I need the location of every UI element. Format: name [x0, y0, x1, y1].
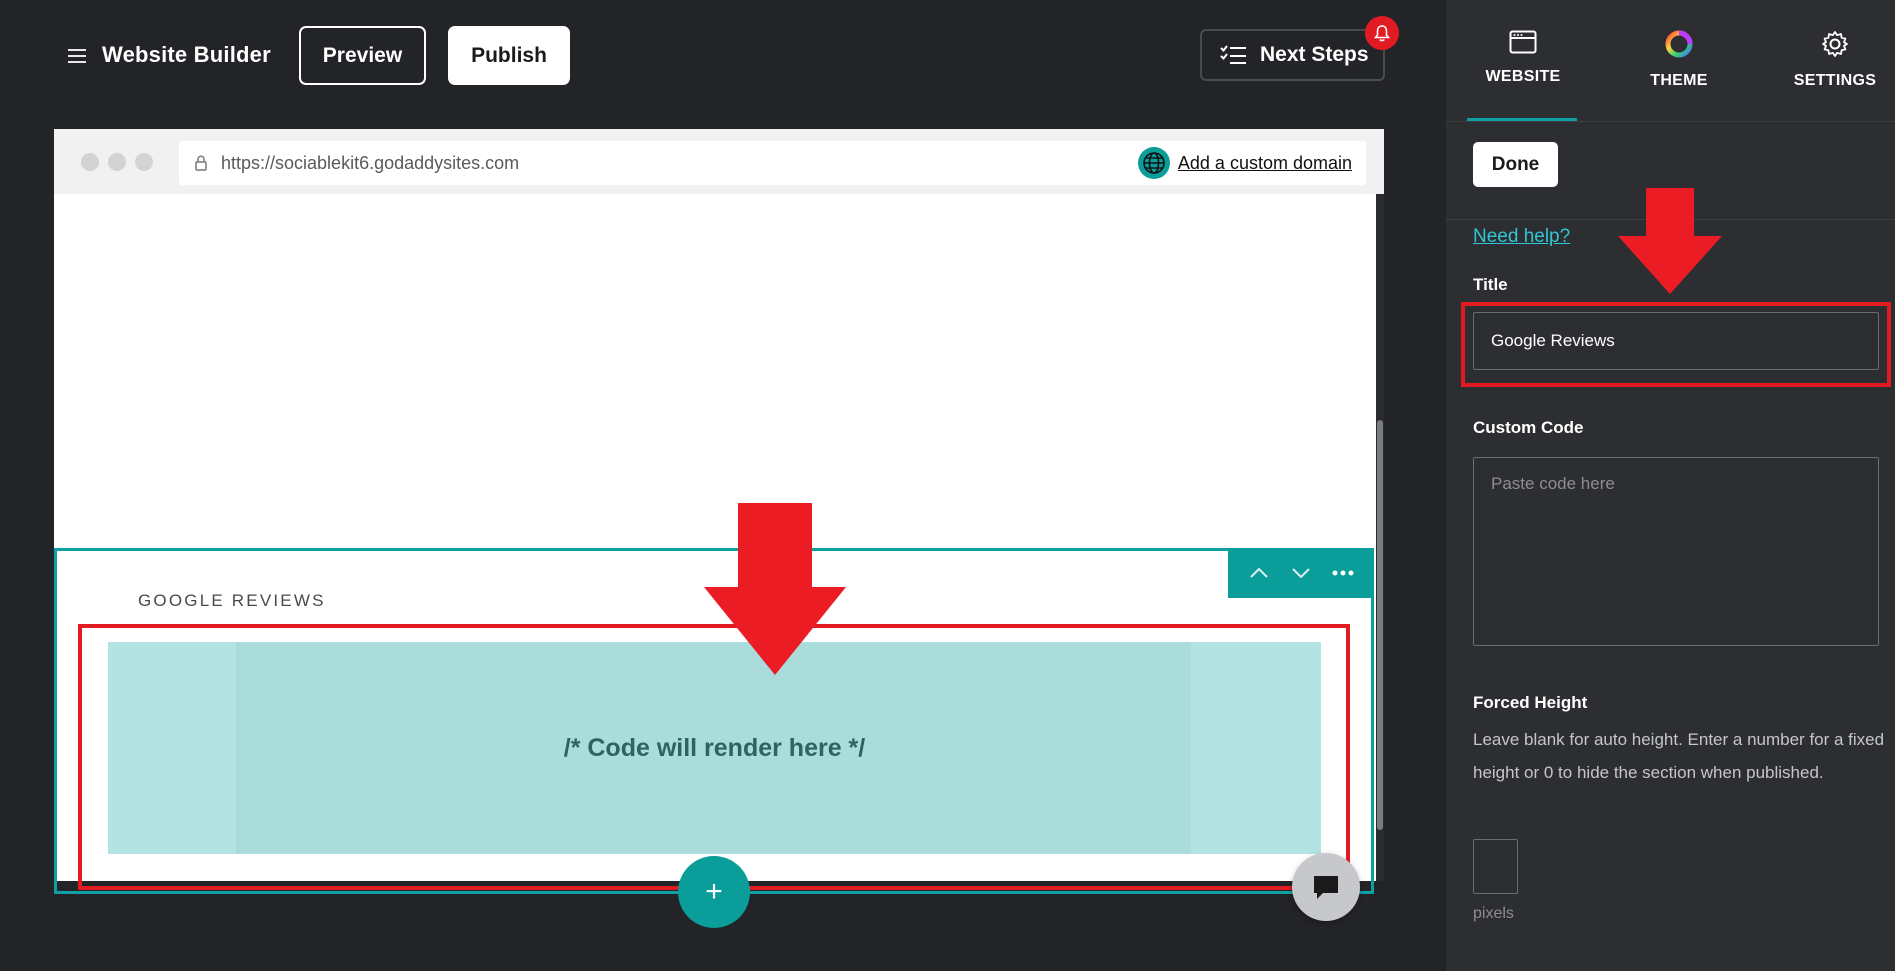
tab-theme[interactable]: THEME: [1619, 30, 1739, 90]
next-steps-button[interactable]: Next Steps: [1200, 29, 1385, 81]
custom-code-textarea[interactable]: [1473, 457, 1879, 646]
preview-button[interactable]: Preview: [299, 26, 426, 85]
url-bar: https://sociablekit6.godaddysites.com Ad…: [179, 141, 1366, 185]
publish-button[interactable]: Publish: [448, 26, 570, 85]
more-options-icon[interactable]: [1328, 558, 1358, 588]
gear-icon: [1822, 31, 1848, 57]
add-custom-domain-link[interactable]: Add a custom domain: [1137, 147, 1352, 179]
forced-height-label: Forced Height: [1473, 693, 1588, 712]
tab-website-label: WEBSITE: [1485, 68, 1561, 85]
window-dots: [81, 153, 153, 171]
lock-icon: [195, 155, 207, 171]
hamburger-icon: [68, 47, 88, 63]
site-url: https://sociablekit6.godaddysites.com: [221, 152, 520, 173]
panel-tabs: WEBSITE THEME SETTINGS: [1446, 0, 1895, 122]
pixels-label: pixels: [1473, 905, 1514, 922]
tab-settings-label: SETTINGS: [1793, 72, 1877, 89]
title-field-label: Title: [1473, 275, 1508, 294]
website-builder-menu-button[interactable]: Website Builder: [68, 42, 271, 68]
add-section-button[interactable]: +: [678, 856, 750, 928]
forced-height-input[interactable]: [1473, 839, 1518, 894]
website-builder-label: Website Builder: [102, 42, 271, 67]
chat-icon[interactable]: [1292, 853, 1360, 921]
tab-settings[interactable]: SETTINGS: [1775, 30, 1895, 90]
settings-panel: WEBSITE THEME SETTINGS Done Need help? T…: [1446, 0, 1895, 971]
forced-height-help-text: Leave blank for auto height. Enter a num…: [1473, 730, 1885, 782]
tab-website[interactable]: WEBSITE: [1463, 30, 1583, 121]
checklist-icon: [1220, 45, 1246, 64]
annotation-arrow-down: [704, 503, 846, 675]
top-bar: Website Builder Preview Publish Next Ste…: [0, 0, 1446, 112]
browser-window-icon: [1509, 30, 1537, 54]
annotation-arrow-down-panel: [1618, 188, 1722, 294]
next-steps-label: Next Steps: [1260, 43, 1369, 66]
notification-bell-icon[interactable]: [1365, 16, 1399, 50]
globe-icon: [1137, 147, 1170, 179]
custom-code-label: Custom Code: [1473, 418, 1584, 437]
done-button[interactable]: Done: [1473, 142, 1558, 187]
section-toolbar: [1228, 548, 1374, 598]
need-help-link[interactable]: Need help?: [1473, 226, 1570, 248]
site-preview-frame: https://sociablekit6.godaddysites.com Ad…: [54, 129, 1384, 928]
browser-chrome: https://sociablekit6.godaddysites.com Ad…: [54, 129, 1384, 194]
move-up-icon[interactable]: [1244, 558, 1274, 588]
add-custom-domain-label: Add a custom domain: [1177, 152, 1352, 173]
color-wheel-icon: [1665, 30, 1693, 58]
move-down-icon[interactable]: [1286, 558, 1316, 588]
tab-theme-label: THEME: [1650, 72, 1708, 89]
section-title: GOOGLE REVIEWS: [138, 591, 326, 610]
canvas-scrollbar[interactable]: [1376, 194, 1384, 881]
annotation-highlight-box-title: [1461, 302, 1891, 387]
